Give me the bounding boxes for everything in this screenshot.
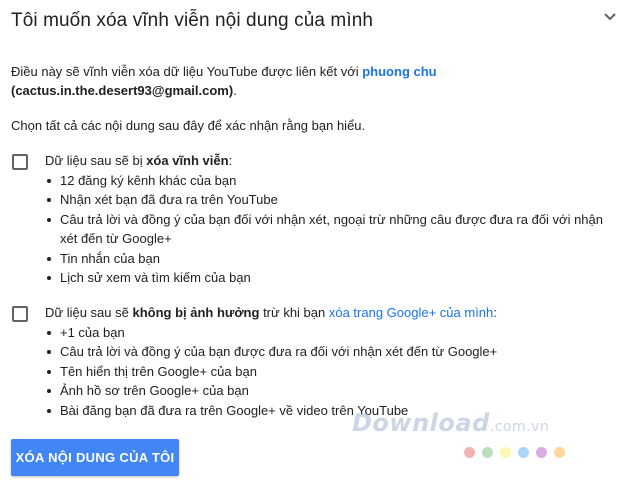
watermark-dot [482,447,493,458]
list-item: Lịch sử xem và tìm kiếm của bạn [45,268,610,288]
kept-lead-middle: trừ khi bạn [259,305,329,320]
chevron-down-icon[interactable] [603,10,617,24]
watermark-dot [500,447,511,458]
list-item: Nhận xét bạn đã đưa ra trên YouTube [45,190,610,210]
delete-content-panel: Tôi muốn xóa vĩnh viễn nội dung của mình… [0,0,629,492]
watermark-suffix: .com.vn [489,419,550,435]
list-item: Câu trả lời và đồng ý của bạn được đưa r… [45,342,610,362]
deleted-data-lead: Dữ liệu sau sẽ bị xóa vĩnh viễn: [45,151,610,171]
instruction-text: Chọn tất cả các nội dung sau đây để xác … [11,118,366,133]
confirm-deleted-checkbox[interactable] [12,154,28,170]
intro-text-after: . [233,83,237,98]
list-item: +1 của bạn [45,323,610,343]
deleted-lead-bold: xóa vĩnh viễn [146,153,229,168]
watermark-dots [464,445,572,458]
kept-data-lead: Dữ liệu sau sẽ không bị ảnh hưởng trừ kh… [45,303,610,323]
watermark-dot [536,447,547,458]
list-item: Câu trả lời và đồng ý của bạn đối với nh… [45,210,610,249]
account-email: (cactus.in.the.desert93@gmail.com) [11,83,234,98]
deleted-data-list: 12 đăng ký kênh khác của bạn Nhận xét bạ… [45,171,610,288]
list-item: Tên hiển thị trên Google+ của bạn [45,362,610,382]
watermark-logo: Download.com.vn [352,409,549,437]
watermark-dot [464,447,475,458]
panel-title: Tôi muốn xóa vĩnh viễn nội dung của mình [11,10,374,31]
delete-my-content-button[interactable]: XÓA NỘI DUNG CỦA TÔI [11,439,179,476]
watermark-text: Download [352,409,490,437]
watermark-dot [518,447,529,458]
deleted-lead-text: Dữ liệu sau sẽ bị [45,153,147,168]
confirm-kept-checkbox[interactable] [12,306,28,322]
kept-lead-bold: không bị ảnh hưởng [132,305,260,320]
kept-data-list: +1 của bạn Câu trả lời và đồng ý của bạn… [45,323,610,421]
list-item: Ảnh hồ sơ trên Google+ của bạn [45,381,610,401]
download-watermark: Download.com.vn [352,409,592,467]
intro-text-before: Điều này sẽ vĩnh viễn xóa dữ liệu YouTub… [11,64,363,79]
list-item: 12 đăng ký kênh khác của bạn [45,171,610,191]
kept-lead-colon: : [493,305,497,320]
deleted-lead-colon: : [228,153,233,168]
account-name-link[interactable]: phuong chu [362,64,436,79]
delete-google-plus-link[interactable]: xóa trang Google+ của mình [329,305,493,320]
deleted-data-section: Dữ liệu sau sẽ bị xóa vĩnh viễn: 12 đăng… [45,151,610,288]
kept-data-section: Dữ liệu sau sẽ không bị ảnh hưởng trừ kh… [45,303,610,420]
intro-text: Điều này sẽ vĩnh viễn xóa dữ liệu YouTub… [11,62,601,100]
watermark-dot [554,447,565,458]
list-item: Tin nhắn của bạn [45,249,610,269]
kept-lead-text: Dữ liệu sau sẽ [45,305,133,320]
